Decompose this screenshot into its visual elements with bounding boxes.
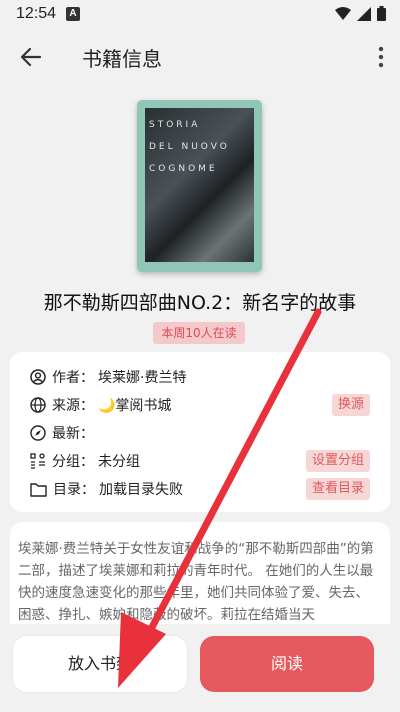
- source-label: 来源：: [52, 398, 94, 414]
- status-bar: 12:54 A: [0, 0, 400, 28]
- app-bar: 书籍信息: [0, 28, 400, 86]
- add-to-shelf-button[interactable]: 放入书架: [13, 636, 187, 692]
- cover-line: DEL NUOVO: [149, 142, 230, 152]
- globe-icon: [30, 397, 46, 413]
- folder-icon: [30, 482, 47, 497]
- read-button[interactable]: 阅读: [200, 636, 374, 692]
- toc-label: 目录：: [53, 482, 95, 498]
- battery-icon: [377, 6, 386, 21]
- status-time: 12:54: [16, 5, 57, 22]
- person-icon: [30, 369, 46, 385]
- book-cover[interactable]: STORIA DEL NUOVO COGNOME: [137, 100, 262, 272]
- author-row: 作者： 埃莱娜·费兰特: [30, 366, 186, 388]
- reading-count-badge: 本周10人在读: [153, 322, 245, 344]
- book-title: 那不勒斯四部曲NO.2：新名字的故事: [43, 292, 357, 314]
- signal-icon: [357, 6, 371, 21]
- change-source-button[interactable]: 换源: [331, 394, 370, 416]
- more-vert-icon[interactable]: [378, 45, 384, 69]
- author-value: 埃莱娜·费兰特: [98, 370, 187, 386]
- compass-icon: [30, 425, 46, 441]
- source-row: 来源： 🌙掌阅书城: [30, 394, 171, 416]
- author-label: 作者：: [52, 370, 94, 386]
- latest-label: 最新：: [52, 426, 94, 442]
- wifi-icon: [335, 6, 351, 20]
- book-info-card: 作者： 埃莱娜·费兰特 来源： 🌙掌阅书城 换源 最新： 分组： 未分组 设置分…: [10, 352, 390, 512]
- page-title: 书籍信息: [82, 47, 162, 71]
- group-icon: [30, 453, 45, 469]
- cover-title-text: STORIA DEL NUOVO COGNOME: [149, 114, 230, 180]
- group-label: 分组：: [52, 454, 94, 470]
- group-value: 未分组: [98, 454, 140, 470]
- set-group-button[interactable]: 设置分组: [305, 450, 370, 472]
- source-value: 🌙掌阅书城: [98, 398, 172, 414]
- cover-line: STORIA: [149, 120, 201, 130]
- group-row: 分组： 未分组: [30, 450, 140, 472]
- bottom-action-bar: 放入书架 阅读: [0, 624, 400, 712]
- latest-row: 最新：: [30, 422, 98, 444]
- notification-a-icon: A: [66, 7, 81, 21]
- toc-value: 加载目录失败: [99, 482, 183, 498]
- status-icons: [335, 6, 386, 21]
- book-description: 埃莱娜·费兰特关于女性友谊和战争的“那不勒斯四部曲”的第二部，描述了埃莱娜和莉拉…: [10, 522, 390, 632]
- cover-line: COGNOME: [149, 164, 218, 174]
- arrow-left-icon[interactable]: [18, 44, 44, 70]
- toc-row: 目录： 加载目录失败: [30, 478, 183, 500]
- view-toc-button[interactable]: 查看目录: [305, 478, 370, 500]
